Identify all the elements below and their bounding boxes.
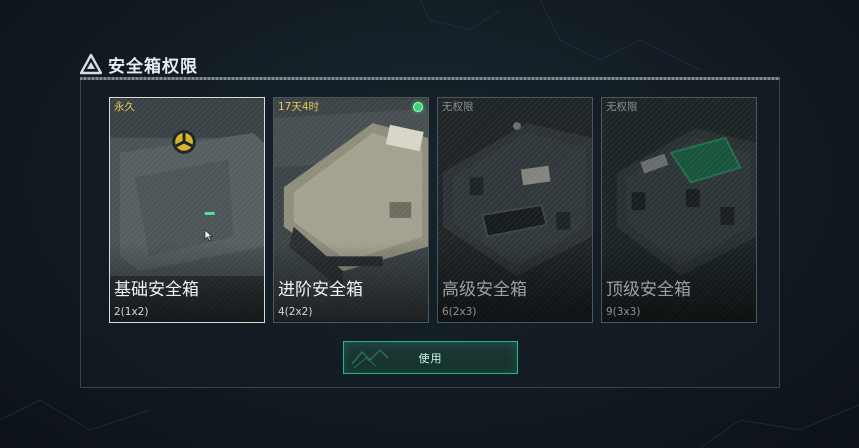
page-title: 安全箱权限 <box>108 56 198 77</box>
safe-capacity: 2(1x2) <box>114 306 149 318</box>
active-status-icon <box>413 102 423 112</box>
safe-name: 顶级安全箱 <box>606 280 691 300</box>
safe-capacity: 9(3x3) <box>606 306 641 318</box>
safe-name: 基础安全箱 <box>114 280 199 300</box>
cursor-pointer-icon <box>204 229 213 241</box>
safe-name: 高级安全箱 <box>442 280 527 300</box>
duration-tag: 17天4时 <box>278 101 320 113</box>
permission-tag: 无权限 <box>442 101 474 113</box>
use-button[interactable]: 使用 <box>343 341 518 374</box>
safe-card-advanced[interactable]: 17天4时 进阶安全箱 4(2x2) <box>273 97 429 323</box>
safe-name: 进阶安全箱 <box>278 280 363 300</box>
safe-card-top[interactable]: 无权限 顶级安全箱 9(3x3) <box>601 97 757 323</box>
section-header: 安全箱权限 <box>80 51 198 77</box>
permission-tag: 无权限 <box>606 101 638 113</box>
safe-card-premium[interactable]: 无权限 高级安全箱 6(2x3) <box>437 97 593 323</box>
safe-card-basic[interactable]: 永久 基础安全箱 2(1x2) <box>109 97 265 323</box>
warning-triangle-icon <box>80 53 102 75</box>
use-button-label: 使用 <box>418 351 443 365</box>
safe-capacity: 4(2x2) <box>278 306 313 318</box>
safe-capacity: 6(2x3) <box>442 306 477 318</box>
duration-tag: 永久 <box>114 101 135 113</box>
button-decoration <box>351 348 389 369</box>
